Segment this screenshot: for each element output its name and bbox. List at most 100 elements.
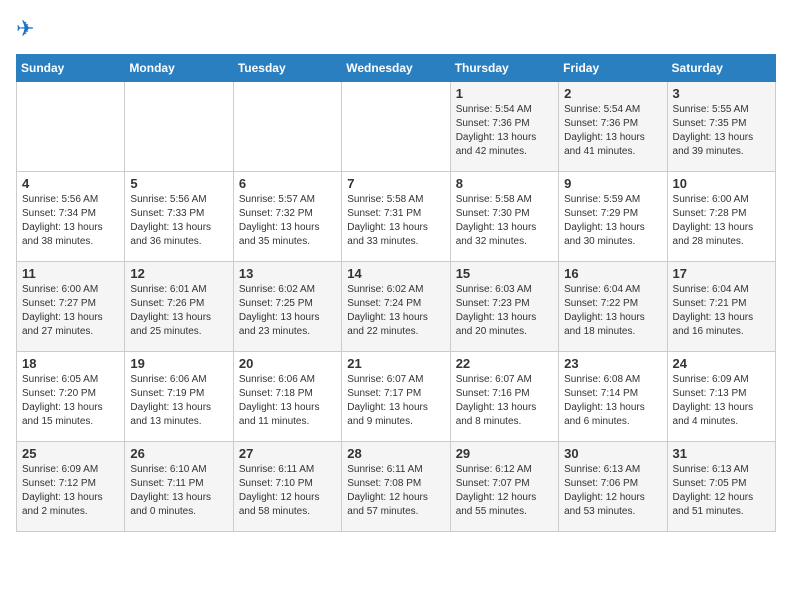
day-number: 5 (130, 176, 227, 191)
calendar-cell: 24 Sunrise: 6:09 AM Sunset: 7:13 PM Dayli… (667, 352, 775, 442)
day-info: Sunrise: 5:55 AM Sunset: 7:35 PM Dayligh… (673, 103, 770, 159)
day-info: Sunrise: 6:09 AM Sunset: 7:12 PM Dayligh… (22, 463, 119, 519)
day-info: Sunrise: 5:56 AM Sunset: 7:33 PM Dayligh… (130, 193, 227, 249)
calendar-cell: 7 Sunrise: 5:58 AM Sunset: 7:31 PM Daylig… (342, 172, 450, 262)
calendar-week-5: 25Sunrise: 6:09 AM Sunset: 7:12 PM Dayli… (17, 442, 776, 532)
day-number: 8 (456, 176, 553, 191)
calendar-cell: 8 Sunrise: 5:58 AM Sunset: 7:30 PM Daylig… (450, 172, 558, 262)
day-number: 29 (456, 446, 553, 461)
calendar-week-2: 4 Sunrise: 5:56 AM Sunset: 7:34 PM Daylig… (17, 172, 776, 262)
day-number: 6 (239, 176, 336, 191)
logo-icon: ✈ (16, 16, 34, 42)
calendar-cell: 19 Sunrise: 6:06 AM Sunset: 7:19 PM Dayli… (125, 352, 233, 442)
calendar-cell: 12Sunrise: 6:01 AM Sunset: 7:26 PM Dayli… (125, 262, 233, 352)
day-number: 16 (564, 266, 661, 281)
calendar-cell: 30 Sunrise: 6:13 AM Sunset: 7:06 PM Dayli… (559, 442, 667, 532)
day-number: 15 (456, 266, 553, 281)
calendar-cell: 27 Sunrise: 6:11 AM Sunset: 7:10 PM Dayli… (233, 442, 341, 532)
calendar-week-3: 11 Sunrise: 6:00 AM Sunset: 7:27 PM Dayli… (17, 262, 776, 352)
calendar-cell: 18Sunrise: 6:05 AM Sunset: 7:20 PM Dayli… (17, 352, 125, 442)
day-info: Sunrise: 6:02 AM Sunset: 7:24 PM Dayligh… (347, 283, 444, 339)
day-number: 4 (22, 176, 119, 191)
weekday-header-tuesday: Tuesday (233, 55, 341, 82)
logo: ✈ (16, 16, 38, 42)
day-number: 3 (673, 86, 770, 101)
calendar-cell: 23 Sunrise: 6:08 AM Sunset: 7:14 PM Dayli… (559, 352, 667, 442)
day-number: 14 (347, 266, 444, 281)
day-info: Sunrise: 6:00 AM Sunset: 7:27 PM Dayligh… (22, 283, 119, 339)
weekday-header-saturday: Saturday (667, 55, 775, 82)
calendar-cell: 15 Sunrise: 6:03 AM Sunset: 7:23 PM Dayli… (450, 262, 558, 352)
day-info: Sunrise: 5:54 AM Sunset: 7:36 PM Dayligh… (564, 103, 661, 159)
day-info: Sunrise: 6:08 AM Sunset: 7:14 PM Dayligh… (564, 373, 661, 429)
day-number: 7 (347, 176, 444, 191)
day-number: 2 (564, 86, 661, 101)
day-number: 28 (347, 446, 444, 461)
day-number: 23 (564, 356, 661, 371)
day-info: Sunrise: 6:13 AM Sunset: 7:05 PM Dayligh… (673, 463, 770, 519)
calendar-cell: 6 Sunrise: 5:57 AM Sunset: 7:32 PM Daylig… (233, 172, 341, 262)
calendar-cell: 10Sunrise: 6:00 AM Sunset: 7:28 PM Dayli… (667, 172, 775, 262)
day-info: Sunrise: 6:03 AM Sunset: 7:23 PM Dayligh… (456, 283, 553, 339)
day-info: Sunrise: 6:10 AM Sunset: 7:11 PM Dayligh… (130, 463, 227, 519)
page-header: ✈ (16, 16, 776, 42)
day-info: Sunrise: 5:58 AM Sunset: 7:31 PM Dayligh… (347, 193, 444, 249)
calendar-table: SundayMondayTuesdayWednesdayThursdayFrid… (16, 54, 776, 532)
calendar-cell: 29 Sunrise: 6:12 AM Sunset: 7:07 PM Dayli… (450, 442, 558, 532)
day-info: Sunrise: 5:56 AM Sunset: 7:34 PM Dayligh… (22, 193, 119, 249)
calendar-cell: 5 Sunrise: 5:56 AM Sunset: 7:33 PM Daylig… (125, 172, 233, 262)
day-info: Sunrise: 5:59 AM Sunset: 7:29 PM Dayligh… (564, 193, 661, 249)
day-info: Sunrise: 6:11 AM Sunset: 7:08 PM Dayligh… (347, 463, 444, 519)
calendar-cell (125, 82, 233, 172)
calendar-cell: 13 Sunrise: 6:02 AM Sunset: 7:25 PM Dayli… (233, 262, 341, 352)
weekday-header-thursday: Thursday (450, 55, 558, 82)
day-number: 27 (239, 446, 336, 461)
day-info: Sunrise: 6:07 AM Sunset: 7:16 PM Dayligh… (456, 373, 553, 429)
day-number: 13 (239, 266, 336, 281)
weekday-header-wednesday: Wednesday (342, 55, 450, 82)
calendar-cell: 21Sunrise: 6:07 AM Sunset: 7:17 PM Dayli… (342, 352, 450, 442)
calendar-cell: 9 Sunrise: 5:59 AM Sunset: 7:29 PM Daylig… (559, 172, 667, 262)
day-info: Sunrise: 6:13 AM Sunset: 7:06 PM Dayligh… (564, 463, 661, 519)
weekday-header-row: SundayMondayTuesdayWednesdayThursdayFrid… (17, 55, 776, 82)
calendar-cell: 3 Sunrise: 5:55 AM Sunset: 7:35 PM Daylig… (667, 82, 775, 172)
day-number: 30 (564, 446, 661, 461)
day-info: Sunrise: 6:06 AM Sunset: 7:19 PM Dayligh… (130, 373, 227, 429)
calendar-cell: 14 Sunrise: 6:02 AM Sunset: 7:24 PM Dayli… (342, 262, 450, 352)
calendar-cell: 28 Sunrise: 6:11 AM Sunset: 7:08 PM Dayli… (342, 442, 450, 532)
weekday-header-monday: Monday (125, 55, 233, 82)
day-info: Sunrise: 6:06 AM Sunset: 7:18 PM Dayligh… (239, 373, 336, 429)
calendar-cell: 17 Sunrise: 6:04 AM Sunset: 7:21 PM Dayli… (667, 262, 775, 352)
day-number: 20 (239, 356, 336, 371)
day-number: 24 (673, 356, 770, 371)
day-number: 19 (130, 356, 227, 371)
calendar-cell: 25Sunrise: 6:09 AM Sunset: 7:12 PM Dayli… (17, 442, 125, 532)
calendar-cell: 4 Sunrise: 5:56 AM Sunset: 7:34 PM Daylig… (17, 172, 125, 262)
day-info: Sunrise: 6:11 AM Sunset: 7:10 PM Dayligh… (239, 463, 336, 519)
day-info: Sunrise: 5:57 AM Sunset: 7:32 PM Dayligh… (239, 193, 336, 249)
day-info: Sunrise: 5:54 AM Sunset: 7:36 PM Dayligh… (456, 103, 553, 159)
day-info: Sunrise: 5:58 AM Sunset: 7:30 PM Dayligh… (456, 193, 553, 249)
calendar-cell: 26Sunrise: 6:10 AM Sunset: 7:11 PM Dayli… (125, 442, 233, 532)
day-info: Sunrise: 6:05 AM Sunset: 7:20 PM Dayligh… (22, 373, 119, 429)
calendar-cell: 31Sunrise: 6:13 AM Sunset: 7:05 PM Dayli… (667, 442, 775, 532)
day-info: Sunrise: 6:04 AM Sunset: 7:21 PM Dayligh… (673, 283, 770, 339)
day-info: Sunrise: 6:00 AM Sunset: 7:28 PM Dayligh… (673, 193, 770, 249)
day-info: Sunrise: 6:09 AM Sunset: 7:13 PM Dayligh… (673, 373, 770, 429)
calendar-cell (342, 82, 450, 172)
day-info: Sunrise: 6:12 AM Sunset: 7:07 PM Dayligh… (456, 463, 553, 519)
day-number: 1 (456, 86, 553, 101)
weekday-header-sunday: Sunday (17, 55, 125, 82)
weekday-header-friday: Friday (559, 55, 667, 82)
day-info: Sunrise: 6:02 AM Sunset: 7:25 PM Dayligh… (239, 283, 336, 339)
day-number: 22 (456, 356, 553, 371)
day-number: 12 (130, 266, 227, 281)
day-number: 11 (22, 266, 119, 281)
calendar-cell: 16Sunrise: 6:04 AM Sunset: 7:22 PM Dayli… (559, 262, 667, 352)
day-number: 17 (673, 266, 770, 281)
day-number: 9 (564, 176, 661, 191)
calendar-week-1: 1 Sunrise: 5:54 AM Sunset: 7:36 PM Daylig… (17, 82, 776, 172)
calendar-cell (233, 82, 341, 172)
calendar-cell: 20 Sunrise: 6:06 AM Sunset: 7:18 PM Dayli… (233, 352, 341, 442)
calendar-cell: 1 Sunrise: 5:54 AM Sunset: 7:36 PM Daylig… (450, 82, 558, 172)
